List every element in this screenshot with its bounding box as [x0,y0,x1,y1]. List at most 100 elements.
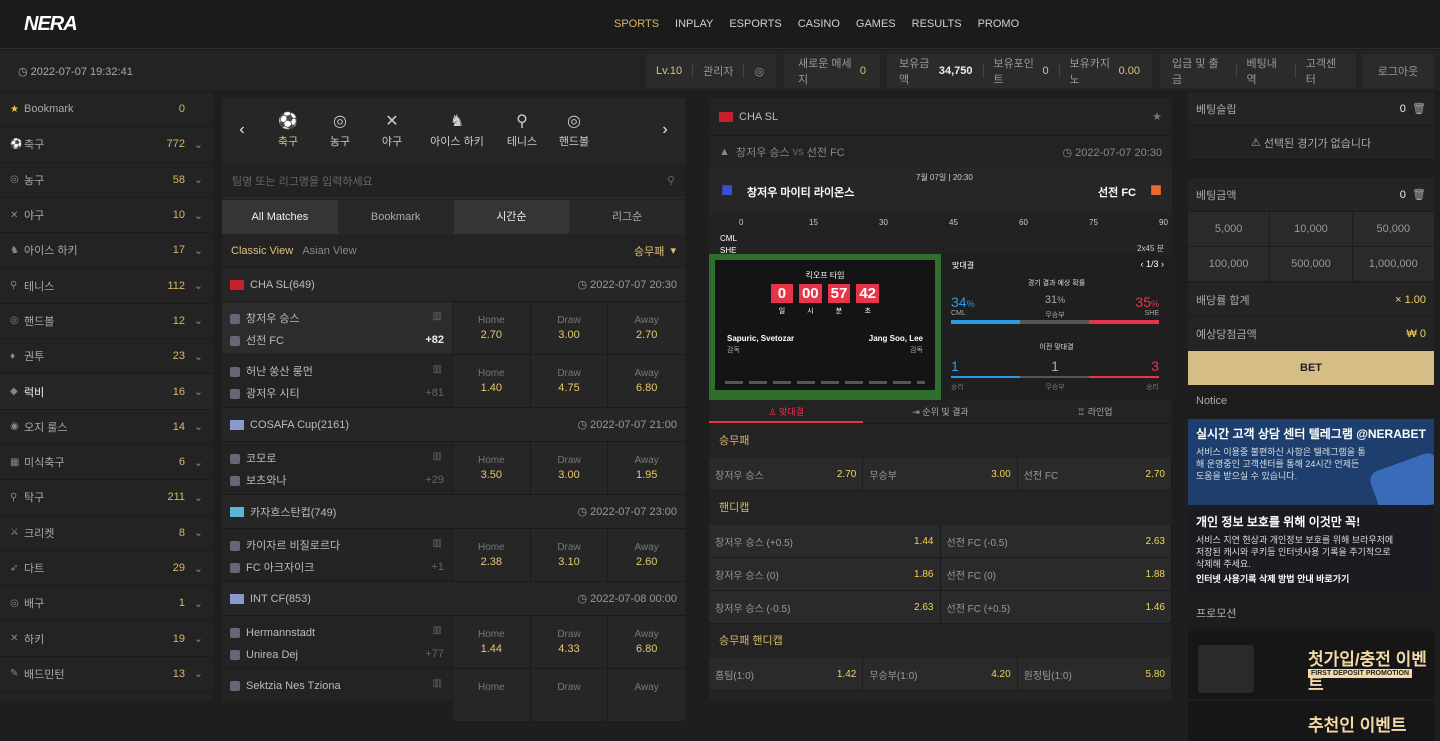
odds-cell[interactable]: Away [607,669,686,721]
chevron-down-icon[interactable]: ⌄ [185,420,203,433]
bet-button[interactable]: BET [1188,351,1434,385]
detail-tab[interactable]: ♙ 맞대결 [709,400,864,423]
chevron-down-icon[interactable]: ⌄ [185,526,203,539]
odds-cell[interactable]: Home 1.44 [452,616,530,668]
match-row[interactable]: Hermannstadt Unirea Dej ▥ +77 Home 1.44 Draw 4.… [222,616,686,669]
asian-view-tab[interactable]: Asian View [302,245,356,257]
sidebar-item[interactable]: ♦ 권투 23 ⌄ [0,339,213,375]
sport-tab[interactable]: ◎ 핸드볼 [548,111,600,149]
search-input[interactable]: 팀명 또는 리그명을 입력하세요 [232,173,667,189]
chevron-down-icon[interactable]: ⌄ [185,209,203,222]
amount-button[interactable]: 50,000 [1352,212,1434,246]
more-markets[interactable]: +81 [425,387,444,399]
chevron-down-icon[interactable]: ⌄ [185,491,203,504]
messages-box[interactable]: 새로운 메세지 0 [784,54,880,88]
support-link[interactable]: 고객센터 [1306,55,1344,87]
chevron-down-icon[interactable]: ⌄ [185,138,203,151]
chevron-down-icon[interactable]: ⌄ [185,173,203,186]
odds-cell[interactable]: Home 2.38 [452,529,530,581]
league-header[interactable]: 카자흐스탄컵(749) ◷ 2022-07-07 23:00 [222,495,685,529]
match-row[interactable]: 창저우 승스 선전 FC ▥ +82 Home 2.70 Draw 3.00 Away 2.70 [222,302,686,355]
chevron-down-icon[interactable]: ⌄ [185,632,203,645]
brand-logo[interactable]: NERA [24,13,78,36]
search-icon[interactable]: ⚲ [667,174,675,187]
stats-icon[interactable]: ▥ [433,625,442,636]
sidebar-item[interactable]: ◉ 오지 룰스 14 ⌄ [0,410,213,445]
match-teams[interactable]: 카이자르 비질로르다 FC 아크자이크 ▥ +1 [222,529,452,581]
sidebar-item[interactable]: ⚽ 축구 772 ⌄ [0,127,213,163]
more-markets[interactable]: +1 [431,561,444,573]
match-row[interactable]: 코모로 보츠와나 ▥ +29 Home 3.50 Draw 3.00 Away 1.95 [222,442,686,495]
amount-button[interactable]: 10,000 [1270,212,1352,246]
odds-cell[interactable]: Away 2.70 [607,302,686,354]
market-odds-cell[interactable]: 창저우 승스 (-0.5) 2.63 [709,591,941,623]
league-header[interactable]: CHA SL(649) ◷ 2022-07-07 20:30 [222,268,685,302]
market-select[interactable]: 승무패 [634,243,664,259]
sidebar-item[interactable]: ⚔ 크리켓 8 ⌄ [0,516,213,551]
market-odds-cell[interactable]: 선전 FC (0) 1.88 [940,558,1172,590]
promo-banner-referral[interactable]: 추천인 이벤트 [1188,701,1434,741]
odds-cell[interactable]: Away 6.80 [607,355,686,407]
odds-cell[interactable]: Away 6.80 [607,616,686,668]
nav-sports[interactable]: SPORTS [606,0,667,49]
sport-tab[interactable]: ✕ 야구 [366,111,418,149]
chevron-down-icon[interactable]: ⌄ [185,279,203,292]
market-odds-cell[interactable]: 선전 FC (+0.5) 1.46 [940,591,1172,623]
sidebar-item[interactable]: ♞ 아이스 하키 17 ⌄ [0,233,213,269]
stats-icon[interactable]: ▥ [433,538,442,549]
odds-cell[interactable]: Home [452,669,530,721]
match-row[interactable]: Sektzia Nes Tziona ▥ Home Draw Away [222,669,686,722]
trash-icon[interactable]: 🗑 [1412,188,1426,201]
sidebar-item[interactable]: ◎ 배구 1 ⌄ [0,586,213,622]
history-link[interactable]: 베팅내역 [1247,55,1285,87]
sidebar-item[interactable]: ⚲ 탁구 211 ⌄ [0,480,213,516]
privacy-banner[interactable]: 개인 정보 보호를 위해 이것만 꼭! 서비스 지연 현상과 개인정보 보호를 … [1188,507,1434,593]
chevron-down-icon[interactable]: ⌄ [185,597,203,610]
chevron-down-icon[interactable]: ⌄ [185,314,203,327]
odds-cell[interactable]: Draw 3.00 [529,302,608,354]
chevron-left-icon[interactable]: ‹ [222,121,262,139]
more-markets[interactable]: +82 [425,334,444,346]
classic-view-tab[interactable]: Classic View [231,245,293,257]
sidebar-item[interactable]: ⚲ 테니스 112 ⌄ [0,268,213,304]
filter-tab[interactable]: Bookmark [337,200,454,234]
amount-button[interactable]: 5,000 [1188,212,1270,246]
filter-tab[interactable]: All Matches [222,200,338,234]
match-teams[interactable]: 코모로 보츠와나 ▥ +29 [222,442,452,494]
chevron-down-icon[interactable]: ⌄ [185,385,203,398]
trash-icon[interactable]: 🗑 [1412,102,1426,115]
sidebar-item[interactable]: ◎ 농구 58 ⌄ [0,163,213,198]
detail-tab[interactable]: ♖ 라인업 [1018,400,1172,423]
odds-cell[interactable]: Draw 3.00 [529,442,608,494]
match-row[interactable]: 카이자르 비질로르다 FC 아크자이크 ▥ +1 Home 2.38 Draw 3.10 Awa… [222,529,686,582]
market-odds-cell[interactable]: 선전 FC (-0.5) 2.63 [940,525,1172,557]
nav-results[interactable]: RESULTS [904,0,970,49]
sidebar-item[interactable]: ✕ 야구 10 ⌄ [0,198,213,234]
amount-button[interactable]: 1,000,000 [1352,247,1434,281]
deposit-link[interactable]: 입금 및 출금 [1172,55,1226,87]
odds-cell[interactable]: Draw 4.33 [529,616,608,668]
match-row[interactable]: 허난 쑹산 룽먼 광저우 시티 ▥ +81 Home 1.40 Draw 4.75 Away 6.… [222,355,686,408]
sport-tab[interactable]: ◎ 농구 [314,111,366,149]
market-odds-cell[interactable]: 홈팀(1:0) 1.42 [709,658,864,690]
nav-casino[interactable]: CASINO [790,0,848,49]
market-odds-cell[interactable]: 창저우 승스 2.70 [709,458,864,490]
privacy-banner-link[interactable]: 인터넷 사용기록 삭제 방법 안내 바로가기 [1196,572,1426,585]
sidebar-item[interactable]: ◎ 핸드볼 12 ⌄ [0,304,213,340]
odds-cell[interactable]: Draw 4.75 [529,355,608,407]
chevron-down-icon[interactable]: ⌄ [185,562,203,575]
amount-button[interactable]: 100,000 [1188,247,1270,281]
odds-cell[interactable]: Away 1.95 [607,442,686,494]
odds-cell[interactable]: Home 1.40 [452,355,530,407]
sidebar-item[interactable]: ✕ 하키 19 ⌄ [0,621,213,657]
detail-tab[interactable]: ⇥ 순위 및 결과 [863,400,1017,423]
league-header[interactable]: INT CF(853) ◷ 2022-07-08 00:00 [222,582,685,616]
market-odds-cell[interactable]: 무승부 3.00 [863,458,1018,490]
odds-cell[interactable]: Draw [529,669,608,721]
chevron-down-icon[interactable]: ⌄ [185,456,203,469]
market-odds-cell[interactable]: 무승부(1:0) 4.20 [863,658,1018,690]
promo-banner-deposit[interactable]: 첫가입/충전 이벤트 FIRST DEPOSIT PROMOTION [1188,631,1434,699]
more-markets[interactable]: +29 [425,474,444,486]
nav-inplay[interactable]: INPLAY [667,0,721,49]
sidebar-item[interactable]: ✎ 배드민턴 13 ⌄ [0,657,213,693]
